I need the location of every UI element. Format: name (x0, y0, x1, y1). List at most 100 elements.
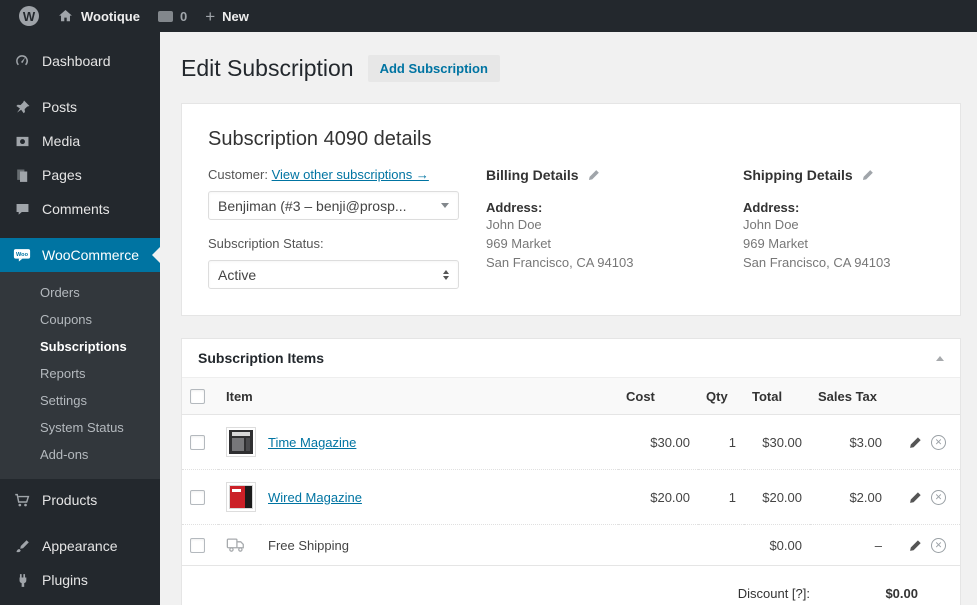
table-row: Time Magazine $30.00 1 $30.00 $3.00 ✕ (182, 414, 960, 471)
row-checkbox[interactable] (190, 538, 205, 554)
woocommerce-submenu: Orders Coupons Subscriptions Reports Set… (0, 272, 160, 479)
view-other-subscriptions-link[interactable]: View other subscriptions → (272, 167, 429, 182)
subscription-items-panel: Subscription Items Item Cost Qty Total S… (181, 338, 961, 605)
column-header-item: Item (218, 378, 618, 416)
column-header-qty: Qty (698, 378, 744, 416)
submenu-item-orders[interactable]: Orders (0, 279, 160, 306)
subscription-details-heading: Subscription 4090 details (208, 128, 432, 150)
submenu-item-subscriptions[interactable]: Subscriptions (0, 333, 160, 360)
submenu-item-system-status[interactable]: System Status (0, 414, 160, 441)
item-link[interactable]: Wired Magazine (268, 490, 362, 505)
submenu-item-reports[interactable]: Reports (0, 360, 160, 387)
subscription-items-table: Item Cost Qty Total Sales Tax Time Magaz… (182, 378, 960, 567)
edit-billing-pencil-icon[interactable] (587, 168, 601, 182)
sidebar-item-label: Posts (42, 99, 78, 115)
shipping-tax: – (810, 524, 890, 567)
shipping-row: Free Shipping $0.00 – ✕ (182, 524, 960, 567)
shipping-truck-icon (226, 537, 252, 553)
sidebar-item-dashboard[interactable]: Dashboard (0, 44, 160, 78)
plug-icon (12, 570, 32, 590)
delete-shipping-icon[interactable]: ✕ (931, 537, 946, 553)
shipping-column: Shipping Details Address: John Doe 969 M… (743, 167, 934, 289)
item-total: $30.00 (744, 414, 810, 471)
column-header-tax: Sales Tax (810, 378, 890, 416)
sidebar-item-woocommerce[interactable]: Woo WooCommerce (0, 238, 160, 272)
row-checkbox[interactable] (190, 435, 205, 451)
pages-icon (12, 165, 32, 185)
sidebar-item-appearance[interactable]: Appearance (0, 529, 160, 563)
edit-shipping-pencil-icon[interactable] (861, 168, 875, 182)
delete-item-icon[interactable]: ✕ (931, 489, 946, 505)
site-name-link[interactable]: Wootique (48, 0, 149, 32)
row-checkbox[interactable] (190, 490, 205, 506)
sidebar-item-pages[interactable]: Pages (0, 158, 160, 192)
comments-counter[interactable]: 0 (149, 0, 196, 32)
delete-item-icon[interactable]: ✕ (931, 434, 946, 450)
customer-select[interactable]: Benjiman (#3 – benji@prosp... (208, 191, 459, 220)
cart-icon (12, 490, 32, 510)
plus-icon: + (205, 6, 216, 26)
sidebar-item-products[interactable]: Products (0, 483, 160, 517)
sidebar-item-media[interactable]: Media (0, 124, 160, 158)
item-tax: $3.00 (810, 414, 890, 471)
time-magazine-thumbnail (226, 427, 256, 458)
comments-icon (12, 199, 32, 219)
subscription-status-select[interactable]: Active (208, 260, 459, 289)
table-row: Wired Magazine $20.00 1 $20.00 $2.00 ✕ (182, 469, 960, 526)
collapse-panel-icon[interactable] (936, 355, 944, 361)
sidebar-item-label: WooCommerce (42, 247, 139, 263)
sidebar-item-plugins[interactable]: Plugins (0, 563, 160, 597)
comment-bubble-icon (157, 10, 173, 22)
sidebar-item-label: Appearance (42, 538, 118, 554)
sidebar-item-label: Plugins (42, 572, 88, 588)
item-total: $20.00 (744, 469, 810, 526)
item-tax: $2.00 (810, 469, 890, 526)
item-qty: 1 (698, 414, 744, 471)
customer-column: Customer: View other subscriptions → Ben… (208, 167, 459, 289)
subscription-details-panel: Subscription 4090 details Customer: View… (181, 103, 961, 316)
sidebar-item-label: Products (42, 492, 98, 508)
billing-column: Billing Details Address: John Doe 969 Ma… (486, 167, 743, 289)
shipping-address-label: Address: (743, 200, 800, 215)
item-link[interactable]: Time Magazine (268, 435, 356, 450)
edit-item-pencil-icon[interactable] (908, 490, 923, 505)
item-cost: $30.00 (618, 414, 698, 471)
submenu-item-settings[interactable]: Settings (0, 387, 160, 414)
total-row-discount: Discount [?]: $0.00 (738, 578, 918, 605)
shipping-total: $0.00 (744, 524, 810, 567)
subscription-status-value: Active (218, 266, 257, 283)
sidebar-item-comments[interactable]: Comments (0, 192, 160, 226)
admin-bar: W Wootique 0 + New (0, 0, 977, 32)
subscription-items-heading: Subscription Items (198, 350, 325, 366)
site-name-label: Wootique (81, 8, 140, 24)
wordpress-logo-button[interactable]: W (10, 0, 48, 32)
new-content-button[interactable]: + New (196, 0, 258, 32)
sidebar-item-users[interactable]: Users (0, 597, 160, 605)
brush-icon (12, 536, 32, 556)
discount-label[interactable]: Discount [?]: (738, 586, 810, 601)
billing-address-line: 969 Market (486, 236, 552, 251)
billing-address-line: John Doe (486, 217, 542, 232)
submenu-item-coupons[interactable]: Coupons (0, 306, 160, 333)
edit-shipping-pencil-icon[interactable] (908, 538, 923, 553)
admin-sidebar: Dashboard Posts Media Pages Comments Woo (0, 32, 160, 605)
select-arrows-icon (443, 269, 449, 280)
shipping-name: Free Shipping (260, 524, 618, 567)
edit-item-pencil-icon[interactable] (908, 435, 923, 450)
media-icon (12, 131, 32, 151)
add-subscription-button[interactable]: Add Subscription (367, 55, 500, 82)
sidebar-item-posts[interactable]: Posts (0, 90, 160, 124)
woocommerce-icon: Woo (12, 245, 32, 265)
customer-label: Customer: (208, 167, 268, 182)
shipping-details-heading: Shipping Details (743, 167, 853, 183)
column-header-total: Total (744, 378, 810, 416)
submenu-item-add-ons[interactable]: Add-ons (0, 441, 160, 468)
customer-select-value: Benjiman (#3 – benji@prosp... (218, 197, 407, 214)
pin-icon (12, 97, 32, 117)
item-qty: 1 (698, 469, 744, 526)
order-totals: Discount [?]: $0.00 Shipping [?]: $0.00 (182, 566, 960, 605)
select-all-checkbox[interactable] (190, 389, 205, 405)
shipping-address-line: John Doe (743, 217, 799, 232)
subscription-status-label: Subscription Status: (208, 236, 324, 251)
wired-magazine-thumbnail (226, 482, 256, 513)
